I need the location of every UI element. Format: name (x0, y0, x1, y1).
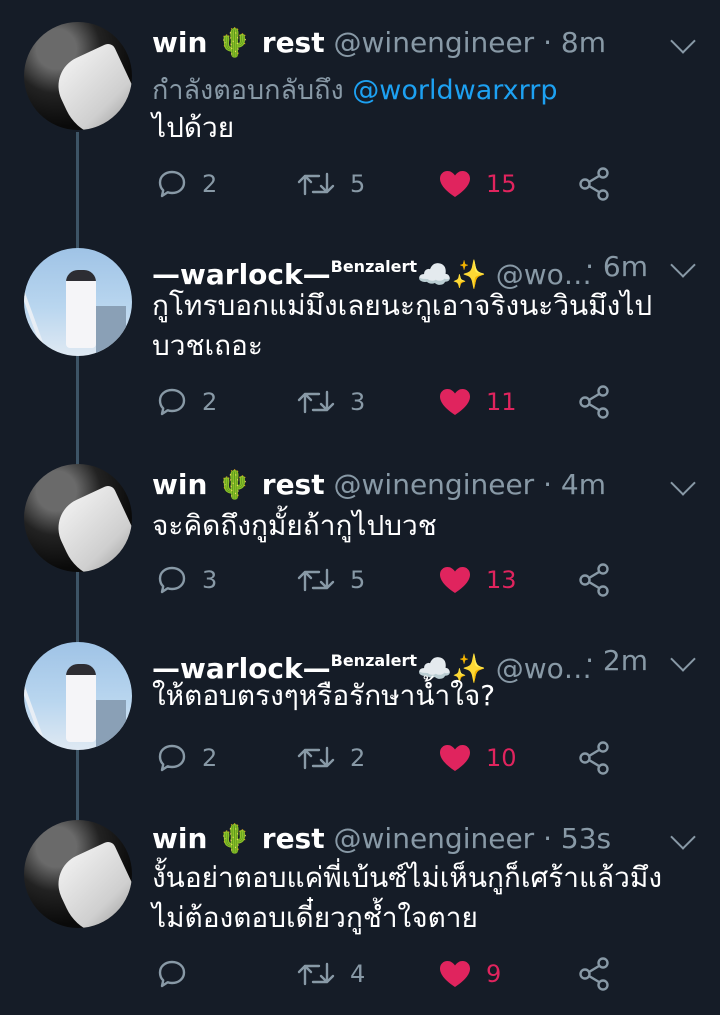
heart-icon (440, 389, 470, 415)
share-button[interactable] (578, 382, 610, 422)
reply-button[interactable]: 2 (156, 738, 217, 778)
tweet[interactable]: win 🌵 rest @winengineer · 8m กำลังตอบกลั… (0, 18, 720, 218)
reply-count: 3 (202, 566, 218, 594)
share-icon (579, 563, 609, 597)
like-count: 15 (486, 170, 517, 198)
like-button[interactable]: 10 (438, 738, 517, 778)
share-icon (579, 385, 609, 419)
chevron-down-icon[interactable] (670, 252, 696, 278)
like-button[interactable]: 11 (438, 382, 517, 422)
retweet-count: 3 (350, 388, 366, 416)
reply-icon (158, 170, 186, 198)
display-name[interactable]: win 🌵 rest (152, 468, 325, 501)
tweet[interactable]: win 🌵 rest @winengineer · 4m จะคิดถึงกูม… (0, 460, 720, 610)
retweet-button[interactable]: 5 (296, 560, 365, 600)
share-button[interactable] (578, 164, 610, 204)
tweet-text: กูโทรบอกแม่มึงเลยนะกูเอาจริงนะวินมึงไปบว… (152, 289, 653, 362)
reply-count: 2 (202, 388, 218, 416)
retweet-icon (297, 172, 335, 196)
reply-count: 2 (202, 744, 218, 772)
avatar[interactable] (24, 820, 132, 928)
reply-icon (158, 744, 186, 772)
reply-button[interactable]: 3 (156, 560, 217, 600)
reply-icon (158, 566, 186, 594)
like-count: 11 (486, 388, 517, 416)
tweet-text: งั้นอย่าตอบแค่พี่เบ้นซ์ไม่เห็นกูก็เศร้าแ… (152, 861, 663, 934)
tweet-actions: 4 9 (152, 954, 632, 994)
retweet-icon (297, 390, 335, 414)
retweet-count: 2 (350, 744, 366, 772)
avatar[interactable] (24, 22, 132, 130)
retweet-icon (297, 568, 335, 592)
tweet-header: —warlock—Benzalert☁️✨ @wo… (152, 242, 592, 292)
like-button[interactable]: 9 (438, 954, 501, 994)
timestamp[interactable]: · 6m (585, 242, 648, 292)
reply-button[interactable] (156, 954, 202, 994)
reply-icon (158, 388, 186, 416)
share-icon (579, 957, 609, 991)
display-name[interactable]: win 🌵 rest (152, 26, 325, 59)
tweet-actions: 2 2 10 (152, 738, 632, 778)
retweet-button[interactable]: 3 (296, 382, 365, 422)
retweet-count: 4 (350, 960, 366, 988)
tweet-header: win 🌵 rest @winengineer · 53s (152, 814, 611, 864)
tweet-header: win 🌵 rest @winengineer · 4m (152, 460, 606, 510)
avatar[interactable] (24, 642, 132, 750)
tweet-actions: 2 5 15 (152, 164, 632, 204)
like-count: 10 (486, 744, 517, 772)
reply-icon (158, 960, 186, 988)
avatar[interactable] (24, 464, 132, 572)
display-name[interactable]: win 🌵 rest (152, 822, 325, 855)
reply-count: 2 (202, 170, 218, 198)
retweet-count: 5 (350, 566, 366, 594)
tweet-actions: 3 5 13 (152, 560, 632, 600)
handle-and-time[interactable]: @winengineer · 53s (334, 822, 612, 855)
tweet-text: จะคิดถึงกูมั้ยถ้ากูไปบวช (152, 509, 437, 542)
share-button[interactable] (578, 954, 610, 994)
reply-button[interactable]: 2 (156, 382, 217, 422)
retweet-button[interactable]: 2 (296, 738, 365, 778)
handle-and-time[interactable]: @winengineer · 8m (334, 26, 606, 59)
heart-icon (440, 567, 470, 593)
heart-icon (440, 745, 470, 771)
tweet-text: ให้ตอบตรงๆหรือรักษาน้ำใจ? (152, 679, 496, 712)
retweet-icon (297, 746, 335, 770)
mention-link[interactable]: @worldwarxrrp (352, 75, 557, 106)
retweet-button[interactable]: 4 (296, 954, 365, 994)
display-name-suffix: Benzalert (330, 257, 418, 276)
handle-and-time[interactable]: @winengineer · 4m (334, 468, 606, 501)
chevron-down-icon[interactable] (670, 646, 696, 672)
retweet-icon (297, 962, 335, 986)
tweet[interactable]: win 🌵 rest @winengineer · 53s งั้นอย่าตอ… (0, 814, 720, 1014)
tweet-actions: 2 3 11 (152, 382, 632, 422)
chevron-down-icon[interactable] (670, 470, 696, 496)
heart-icon (440, 961, 470, 987)
share-button[interactable] (578, 738, 610, 778)
like-count: 9 (486, 960, 502, 988)
tweet-header: win 🌵 rest @winengineer · 8m (152, 18, 606, 68)
replying-label: กำลังตอบกลับถึง (152, 75, 353, 106)
chevron-down-icon[interactable] (670, 824, 696, 850)
share-icon (579, 741, 609, 775)
retweet-button[interactable]: 5 (296, 164, 365, 204)
tweet[interactable]: —warlock—Benzalert☁️✨ @wo… · 6m กูโทรบอก… (0, 242, 720, 442)
display-name-suffix: Benzalert (330, 651, 418, 670)
retweet-count: 5 (350, 170, 366, 198)
tweet-text: ไปด้วย (152, 111, 235, 144)
replying-to: กำลังตอบกลับถึง @worldwarxrrp (152, 68, 557, 111)
share-icon (579, 167, 609, 201)
chevron-down-icon[interactable] (670, 28, 696, 54)
like-count: 13 (486, 566, 517, 594)
like-button[interactable]: 15 (438, 164, 517, 204)
share-button[interactable] (578, 560, 610, 600)
like-button[interactable]: 13 (438, 560, 517, 600)
reply-button[interactable]: 2 (156, 164, 217, 204)
tweet[interactable]: —warlock—Benzalert☁️✨ @wo… · 2m ให้ตอบตร… (0, 636, 720, 786)
avatar[interactable] (24, 248, 132, 356)
heart-icon (440, 171, 470, 197)
